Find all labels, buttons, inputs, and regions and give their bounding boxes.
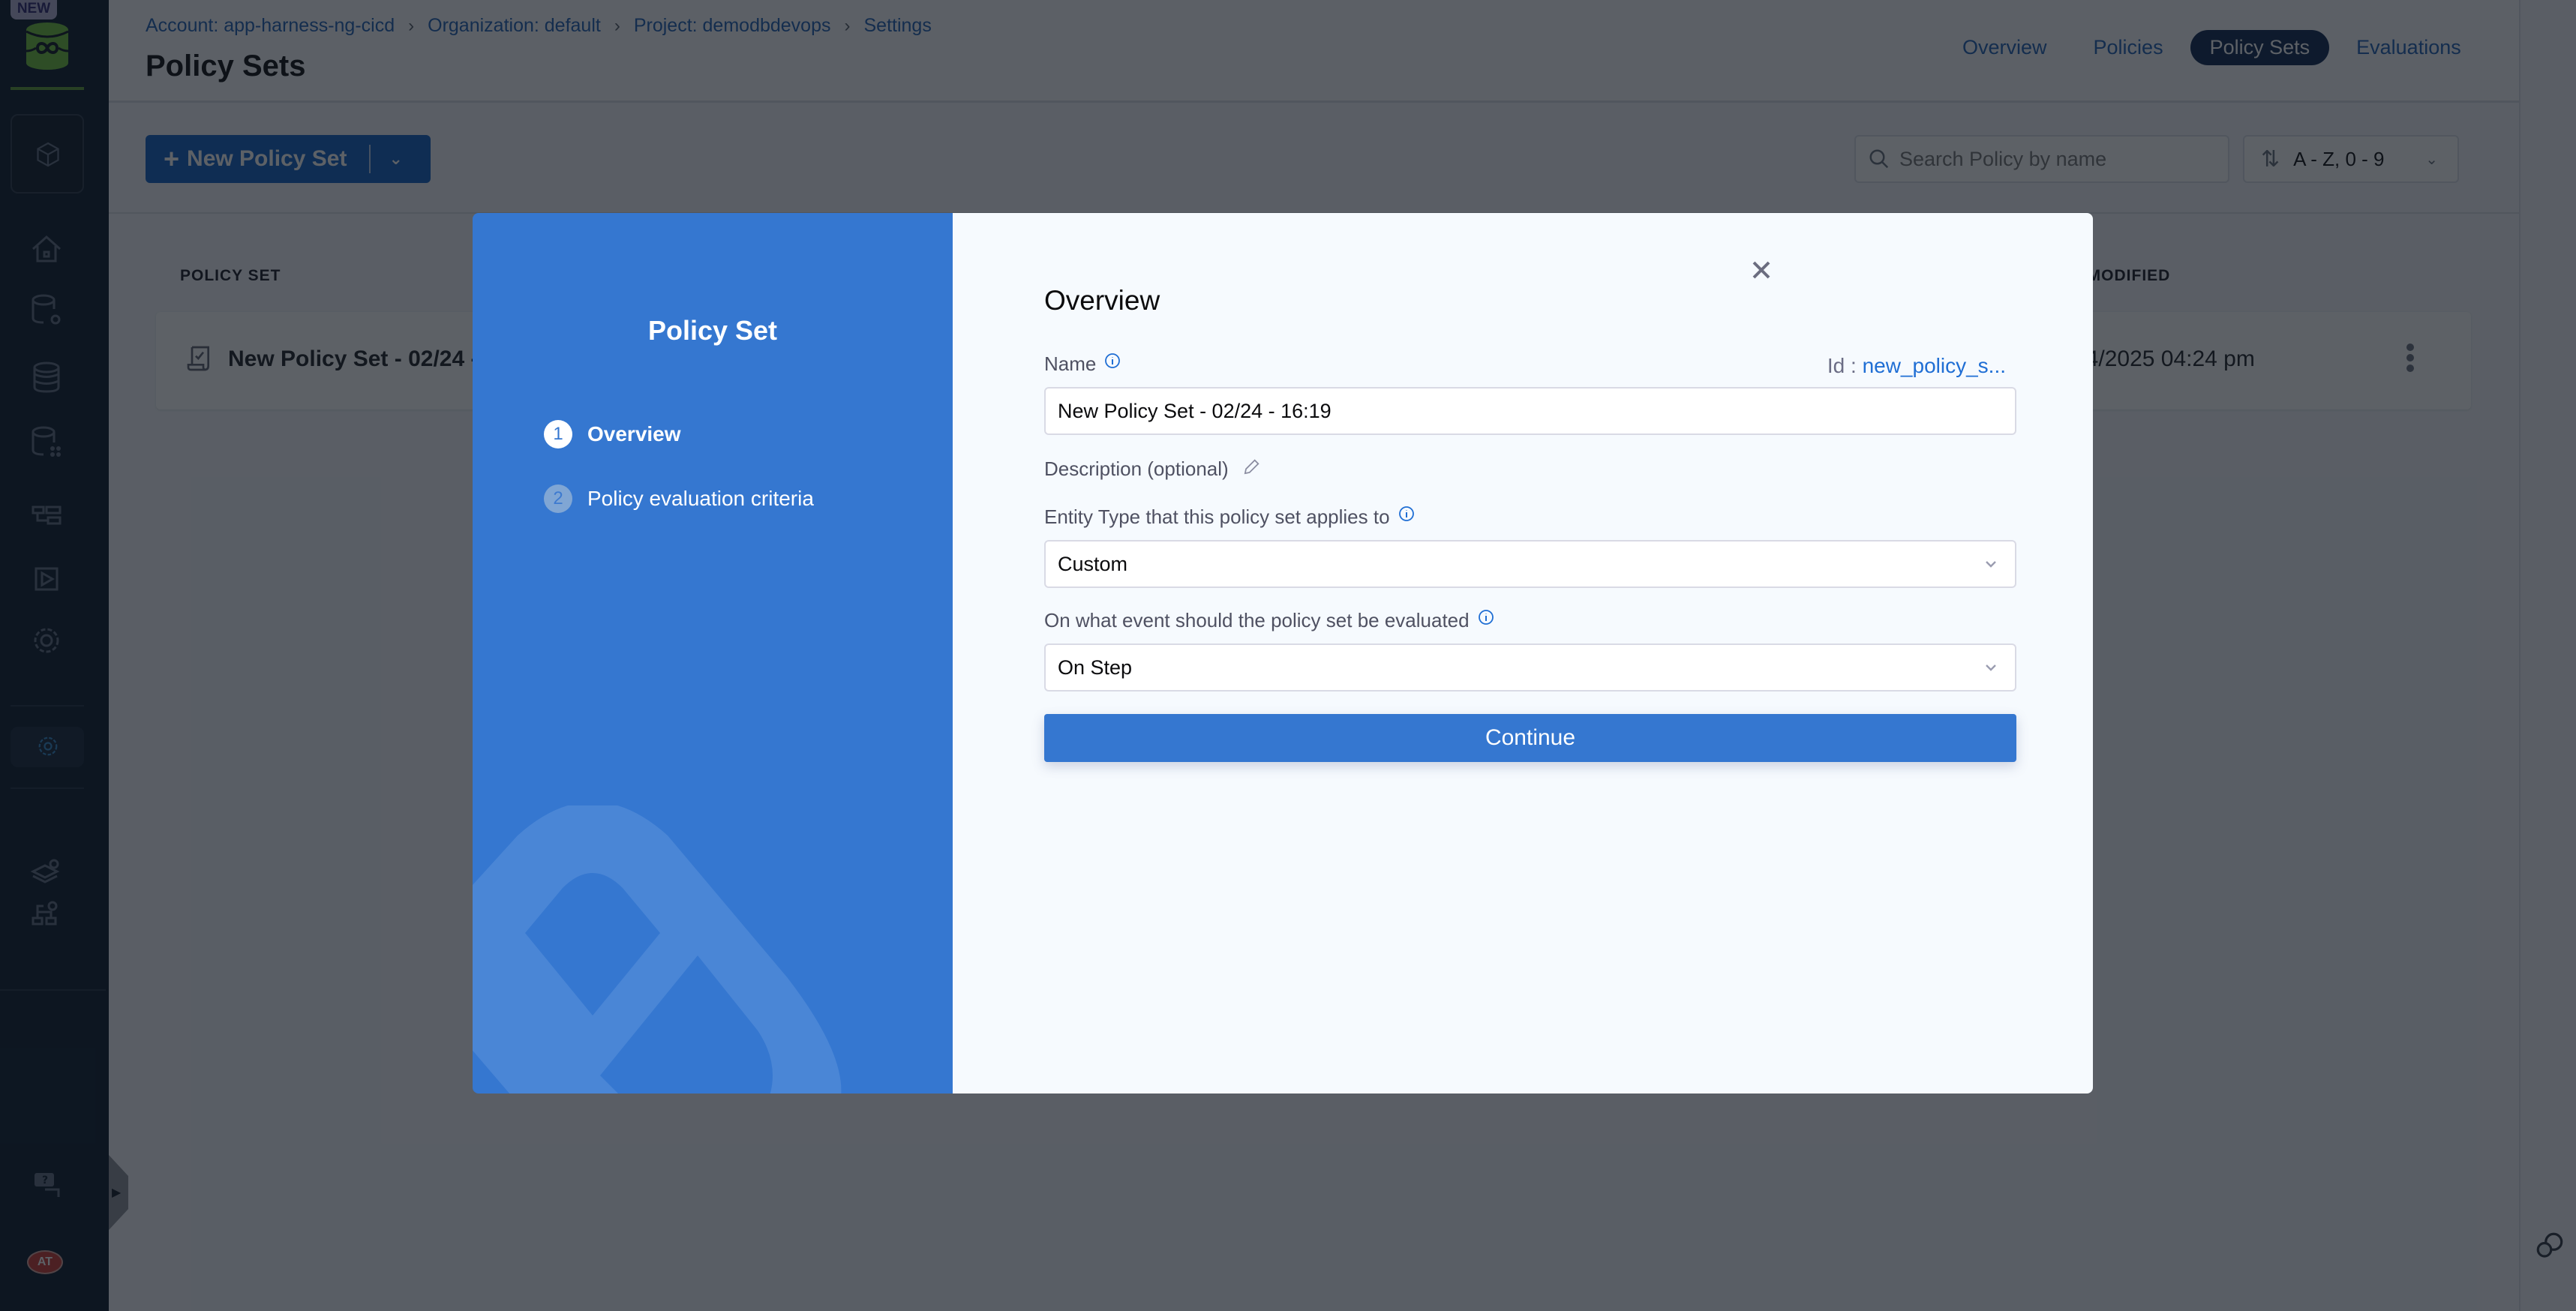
step-number: 2 <box>544 484 572 513</box>
wizard-step-overview[interactable]: 1 Overview <box>544 420 681 448</box>
wizard-steps-panel: Policy Set 1 Overview 2 Policy evaluatio… <box>473 213 953 1094</box>
pencil-icon[interactable] <box>1241 457 1262 478</box>
overview-form-panel: Overview Name Id : new_policy_s... New P… <box>953 213 2093 1094</box>
continue-button[interactable]: Continue <box>1044 714 2016 762</box>
chevron-down-icon <box>1986 664 1996 671</box>
description-toggle[interactable]: Description (optional) <box>1044 458 1262 481</box>
event-label-text: On what event should the policy set be e… <box>1044 609 1470 632</box>
id-edit-link[interactable]: new_policy_s... <box>1863 354 2006 377</box>
description-label: Description (optional) <box>1044 458 1229 480</box>
name-input-value: New Policy Set - 02/24 - 16:19 <box>1058 399 1332 422</box>
step-label: Policy evaluation criteria <box>587 487 814 510</box>
step-number: 1 <box>544 420 572 448</box>
id-display: Id : new_policy_s... <box>1827 354 2006 378</box>
create-policy-set-modal: Policy Set 1 Overview 2 Policy evaluatio… <box>473 213 2093 1094</box>
entity-type-value: Custom <box>1058 552 1128 575</box>
entity-type-select[interactable]: Custom <box>1044 540 2016 588</box>
chevron-down-icon <box>1986 561 1996 568</box>
event-select[interactable]: On Step <box>1044 644 2016 692</box>
name-label: Name <box>1044 352 1121 376</box>
info-icon[interactable] <box>1477 608 1495 626</box>
wizard-title: Policy Set <box>647 315 778 346</box>
wizard-step-evaluation-criteria[interactable]: 2 Policy evaluation criteria <box>544 484 814 513</box>
close-icon[interactable] <box>1746 255 1776 285</box>
event-label: On what event should the policy set be e… <box>1044 609 1495 632</box>
entity-type-label: Entity Type that this policy set applies… <box>1044 506 1416 529</box>
id-prefix: Id : <box>1827 354 1857 377</box>
step-label: Overview <box>587 422 681 446</box>
name-label-text: Name <box>1044 352 1097 375</box>
section-title: Overview <box>1044 285 1160 316</box>
name-input[interactable]: New Policy Set - 02/24 - 16:19 <box>1044 387 2016 435</box>
info-icon[interactable] <box>1398 505 1416 523</box>
entity-type-label-text: Entity Type that this policy set applies… <box>1044 506 1390 528</box>
harness-watermark-icon <box>473 806 842 1094</box>
info-icon[interactable] <box>1103 352 1121 370</box>
event-value: On Step <box>1058 656 1133 679</box>
